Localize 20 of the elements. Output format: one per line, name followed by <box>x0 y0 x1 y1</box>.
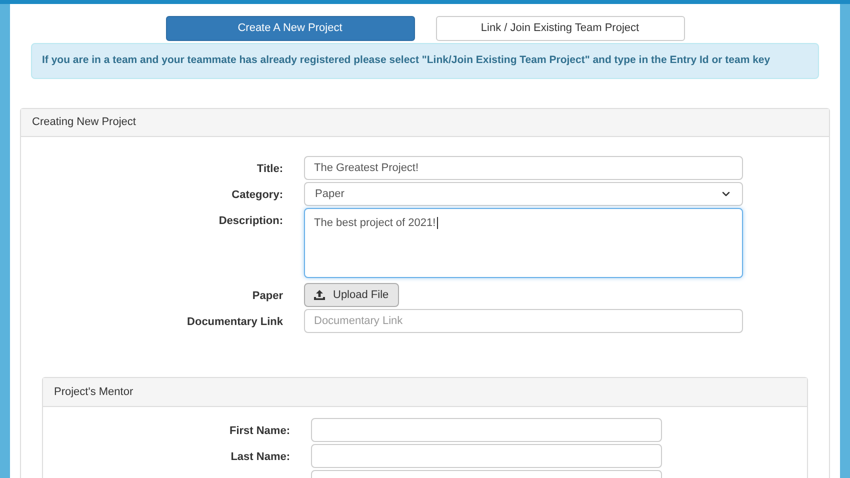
upload-icon <box>314 290 325 300</box>
upload-button[interactable]: Upload File <box>304 283 399 307</box>
tab[interactable]: Link / Join Existing Team Project <box>436 16 684 41</box>
field-label: Last Name: <box>230 450 290 465</box>
text-field[interactable] <box>311 444 662 468</box>
field-label: Description: <box>218 214 283 229</box>
field-label: First Name: <box>229 424 290 439</box>
field-label: Documentary Link <box>187 315 283 330</box>
description-field[interactable]: The best project of 2021! <box>304 208 743 278</box>
text-field[interactable] <box>311 418 662 442</box>
panel-title: Project's Mentor <box>54 384 134 400</box>
field-label: Paper <box>252 289 283 304</box>
text-field[interactable]: The Greatest Project! <box>304 156 743 180</box>
field-label: Title: <box>256 162 283 177</box>
field-label: Category: <box>232 188 283 203</box>
info-message: If you are in a team and your teammate has already registered please select "Link/Join Existing Team Project" and type in the Entry Id or team key <box>42 53 770 68</box>
tab[interactable]: Create A New Project <box>166 16 414 41</box>
text-field[interactable]: Documentary Link <box>304 309 743 333</box>
panel-title: Creating New Project <box>32 115 136 130</box>
category-select[interactable]: Paper <box>304 182 743 206</box>
